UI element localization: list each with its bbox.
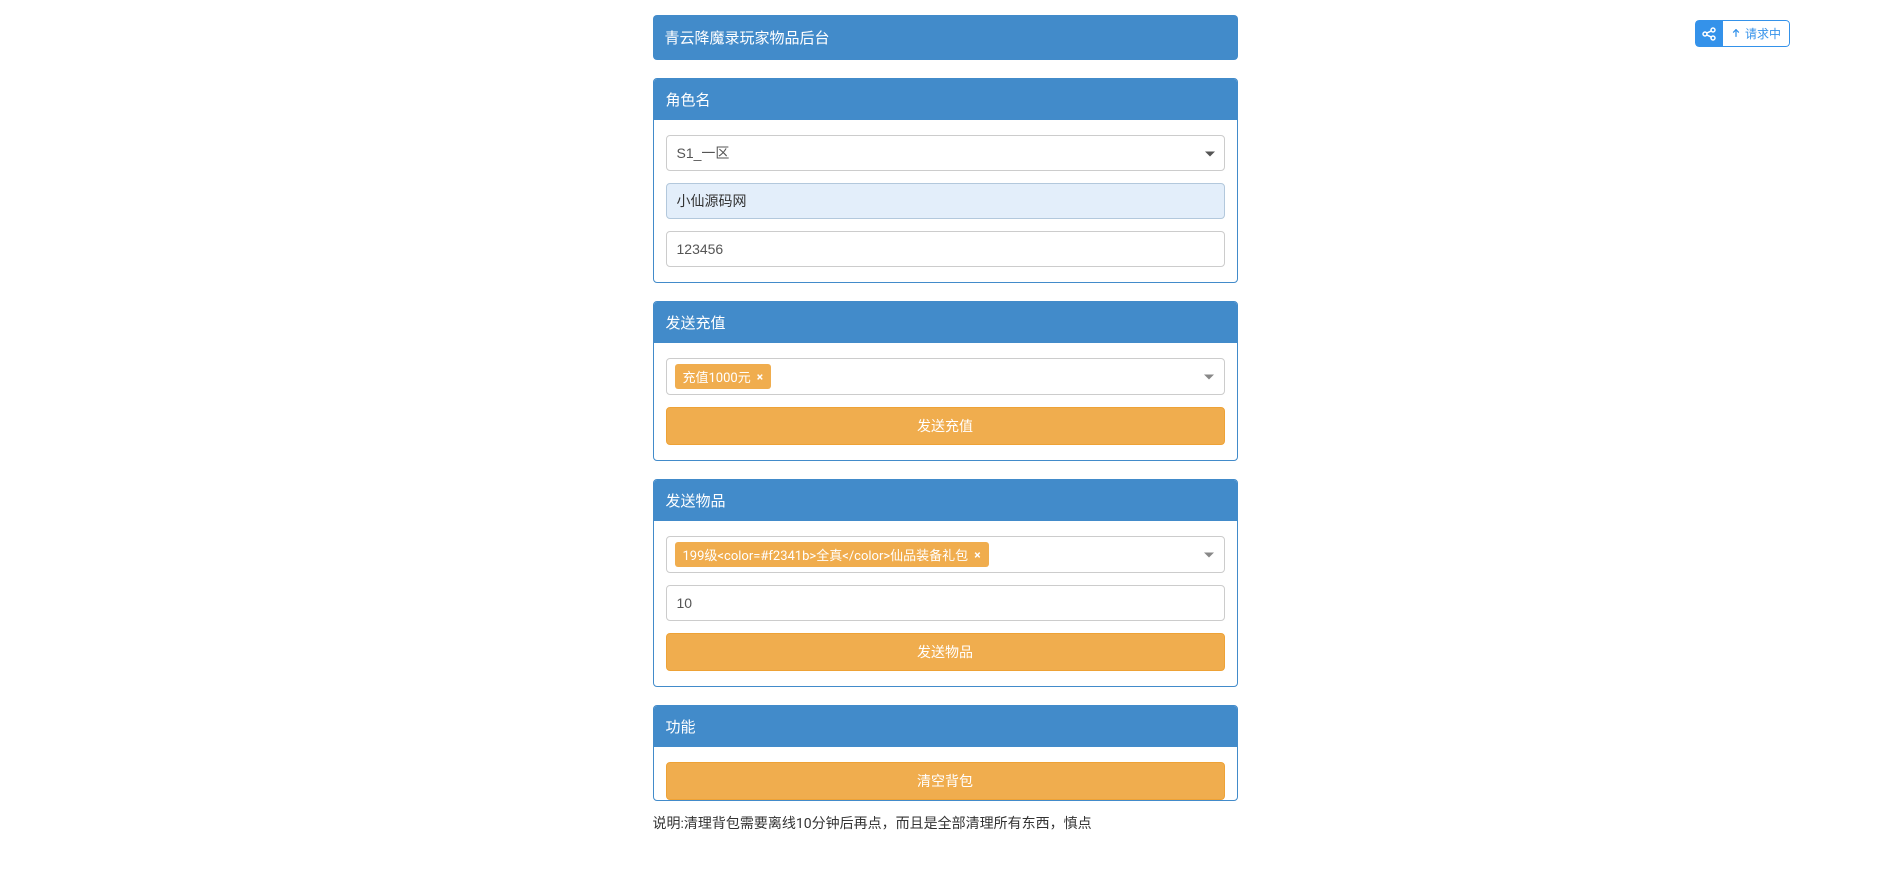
item-multiselect[interactable]: 199级<color=#f2341b>全真</color>仙品装备礼包 ×: [666, 536, 1225, 573]
cloud-share-icon: [1695, 20, 1723, 47]
clear-bag-button[interactable]: 清空背包: [666, 762, 1225, 800]
recharge-tag-label: 充值1000元: [683, 367, 751, 386]
send-item-button[interactable]: 发送物品: [666, 633, 1225, 671]
upload-icon: [1731, 27, 1741, 41]
panel-heading-recharge: 发送充值: [654, 302, 1237, 343]
panel-role: 角色名 S1_一区: [653, 78, 1238, 283]
clear-bag-note: 说明:清理背包需要离线10分钟后再点，而且是全部清理所有东西，慎点: [653, 813, 1238, 833]
request-status-box: 请求中: [1723, 20, 1790, 47]
server-select[interactable]: S1_一区: [666, 135, 1225, 171]
recharge-tag: 充值1000元 ×: [675, 364, 772, 389]
close-icon[interactable]: ×: [974, 548, 980, 562]
request-status-text: 请求中: [1745, 25, 1781, 42]
item-tag: 199级<color=#f2341b>全真</color>仙品装备礼包 ×: [675, 542, 989, 567]
page-title: 青云降魔录玩家物品后台: [653, 15, 1238, 60]
username-input[interactable]: [666, 183, 1225, 219]
panel-heading-role: 角色名: [654, 79, 1237, 120]
close-icon[interactable]: ×: [757, 370, 763, 384]
recharge-multiselect[interactable]: 充值1000元 ×: [666, 358, 1225, 395]
panel-heading-function: 功能: [654, 706, 1237, 747]
password-input[interactable]: [666, 231, 1225, 267]
panel-item: 发送物品 199级<color=#f2341b>全真</color>仙品装备礼包…: [653, 479, 1238, 687]
item-tag-label: 199级<color=#f2341b>全真</color>仙品装备礼包: [683, 545, 969, 564]
chevron-down-icon: [1204, 552, 1214, 557]
panel-recharge: 发送充值 充值1000元 × 发送充值: [653, 301, 1238, 461]
send-recharge-button[interactable]: 发送充值: [666, 407, 1225, 445]
panel-function: 功能 清空背包: [653, 705, 1238, 801]
item-qty-input[interactable]: [666, 585, 1225, 621]
panel-heading-item: 发送物品: [654, 480, 1237, 521]
chevron-down-icon: [1204, 374, 1214, 379]
floating-request-widget[interactable]: 请求中: [1695, 20, 1790, 47]
